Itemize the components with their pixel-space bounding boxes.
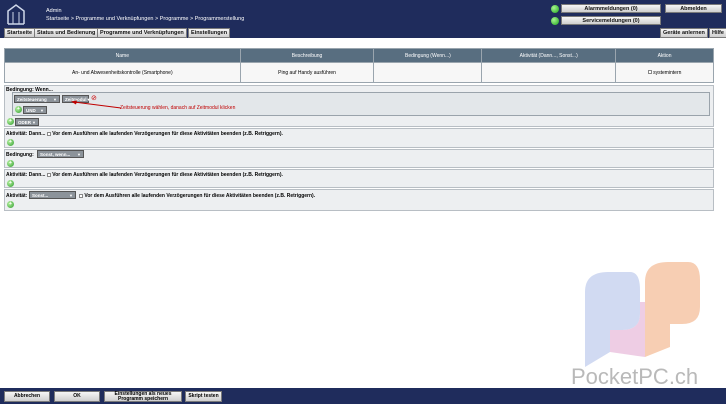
program-activity (481, 62, 617, 83)
program-name[interactable]: An- und Abwesenheitskontrolle (Smartphon… (4, 62, 241, 83)
add-or-icon[interactable]: + (7, 118, 14, 125)
nav-programs-button[interactable]: Programme und Verknüpfungen (97, 28, 187, 38)
add-activity-icon[interactable]: + (7, 180, 14, 187)
help-button[interactable]: Hilfe (709, 28, 726, 38)
nav-status-button[interactable]: Status und Bedienung (34, 28, 99, 38)
program-table-container: Name Beschreibung Bedingung (Wenn...) Ak… (4, 48, 714, 83)
add-condition-icon[interactable]: + (15, 106, 22, 113)
condition-section-2 (4, 149, 714, 168)
logout-button[interactable]: Abmelden (665, 4, 722, 13)
activity-1-label: Aktivität: Dann... Vor dem Ausführen all… (6, 131, 283, 137)
col-condition: Bedingung (Wenn...) (373, 48, 483, 63)
add-activity-icon[interactable]: + (7, 139, 14, 146)
homematic-logo-icon (7, 4, 25, 25)
cancel-button[interactable]: Abbrechen (4, 391, 50, 402)
chevron-down-icon: ▼ (77, 151, 81, 157)
service-status-icon (551, 17, 559, 25)
stop-delays-checkbox-2[interactable] (46, 172, 51, 177)
nav-settings-button[interactable]: Einstellungen (188, 28, 231, 38)
condition-type-select[interactable]: Zeitsteuerung ▼ (14, 95, 60, 103)
add-condition-icon[interactable]: + (7, 160, 14, 167)
condition-2-label: Bedingung: (6, 152, 34, 158)
activity-2-label: Aktivität: Dann... Vor dem Ausführen all… (6, 172, 283, 178)
or-operator-select[interactable]: ODER ▼ (15, 118, 39, 126)
add-activity-icon[interactable]: + (7, 201, 14, 208)
activity-3-checkbox-row: Vor dem Ausführen alle laufenden Verzöge… (79, 193, 315, 199)
program-condition (373, 62, 483, 83)
else-if-select[interactable]: Sonst, wenn... ▼ (37, 150, 84, 158)
else-select[interactable]: Sonst... ▼ (29, 191, 76, 199)
alarm-status-icon (551, 5, 559, 13)
table-row: An- und Abwesenheitskontrolle (Smartphon… (4, 62, 714, 83)
chevron-down-icon: ▼ (53, 96, 57, 102)
activity-3-label: Aktivität: (6, 193, 28, 199)
user-name: Admin (46, 8, 62, 14)
program-description[interactable]: Ping auf Handy ausführen (239, 62, 375, 83)
col-activity: Aktivität (Dann..., Sonst...) (481, 48, 617, 63)
stop-delays-checkbox-1[interactable] (46, 131, 51, 136)
program-table: Name Beschreibung Bedingung (Wenn...) Ak… (4, 48, 714, 83)
chevron-down-icon: ▼ (32, 119, 36, 125)
save-as-new-program-button[interactable]: Einstellungen als neues Programm speiche… (104, 391, 182, 402)
annotation-arrow-icon (71, 100, 122, 109)
stop-delays-checkbox-3[interactable] (79, 193, 83, 198)
chevron-down-icon: ▼ (69, 192, 73, 198)
chevron-down-icon: ▼ (40, 107, 44, 113)
col-description: Beschreibung (239, 48, 375, 63)
teach-devices-button[interactable]: Geräte anlernen (660, 28, 708, 38)
test-script-button[interactable]: Skript testen (185, 391, 222, 402)
program-action: systemintern (615, 62, 714, 83)
systeminternal-label: systemintern (653, 69, 682, 76)
and-operator-select[interactable]: UND ▼ (23, 106, 47, 114)
col-name: Name (4, 48, 241, 63)
service-messages-button[interactable]: Servicemeldungen (0) (561, 16, 661, 25)
systeminternal-checkbox[interactable] (647, 70, 652, 75)
alarm-messages-button[interactable]: Alarmmeldungen (0) (561, 4, 661, 13)
breadcrumb: Startseite > Programme und Verknüpfungen… (46, 16, 245, 22)
col-action: Aktion (615, 48, 714, 63)
annotation-text: Zeitsteuerung wählen, danach auf Zeitmod… (120, 105, 236, 111)
nav-home-button[interactable]: Startseite (4, 28, 36, 38)
ok-button[interactable]: OK (54, 391, 100, 402)
watermark-text: PocketPC.ch (571, 364, 699, 389)
